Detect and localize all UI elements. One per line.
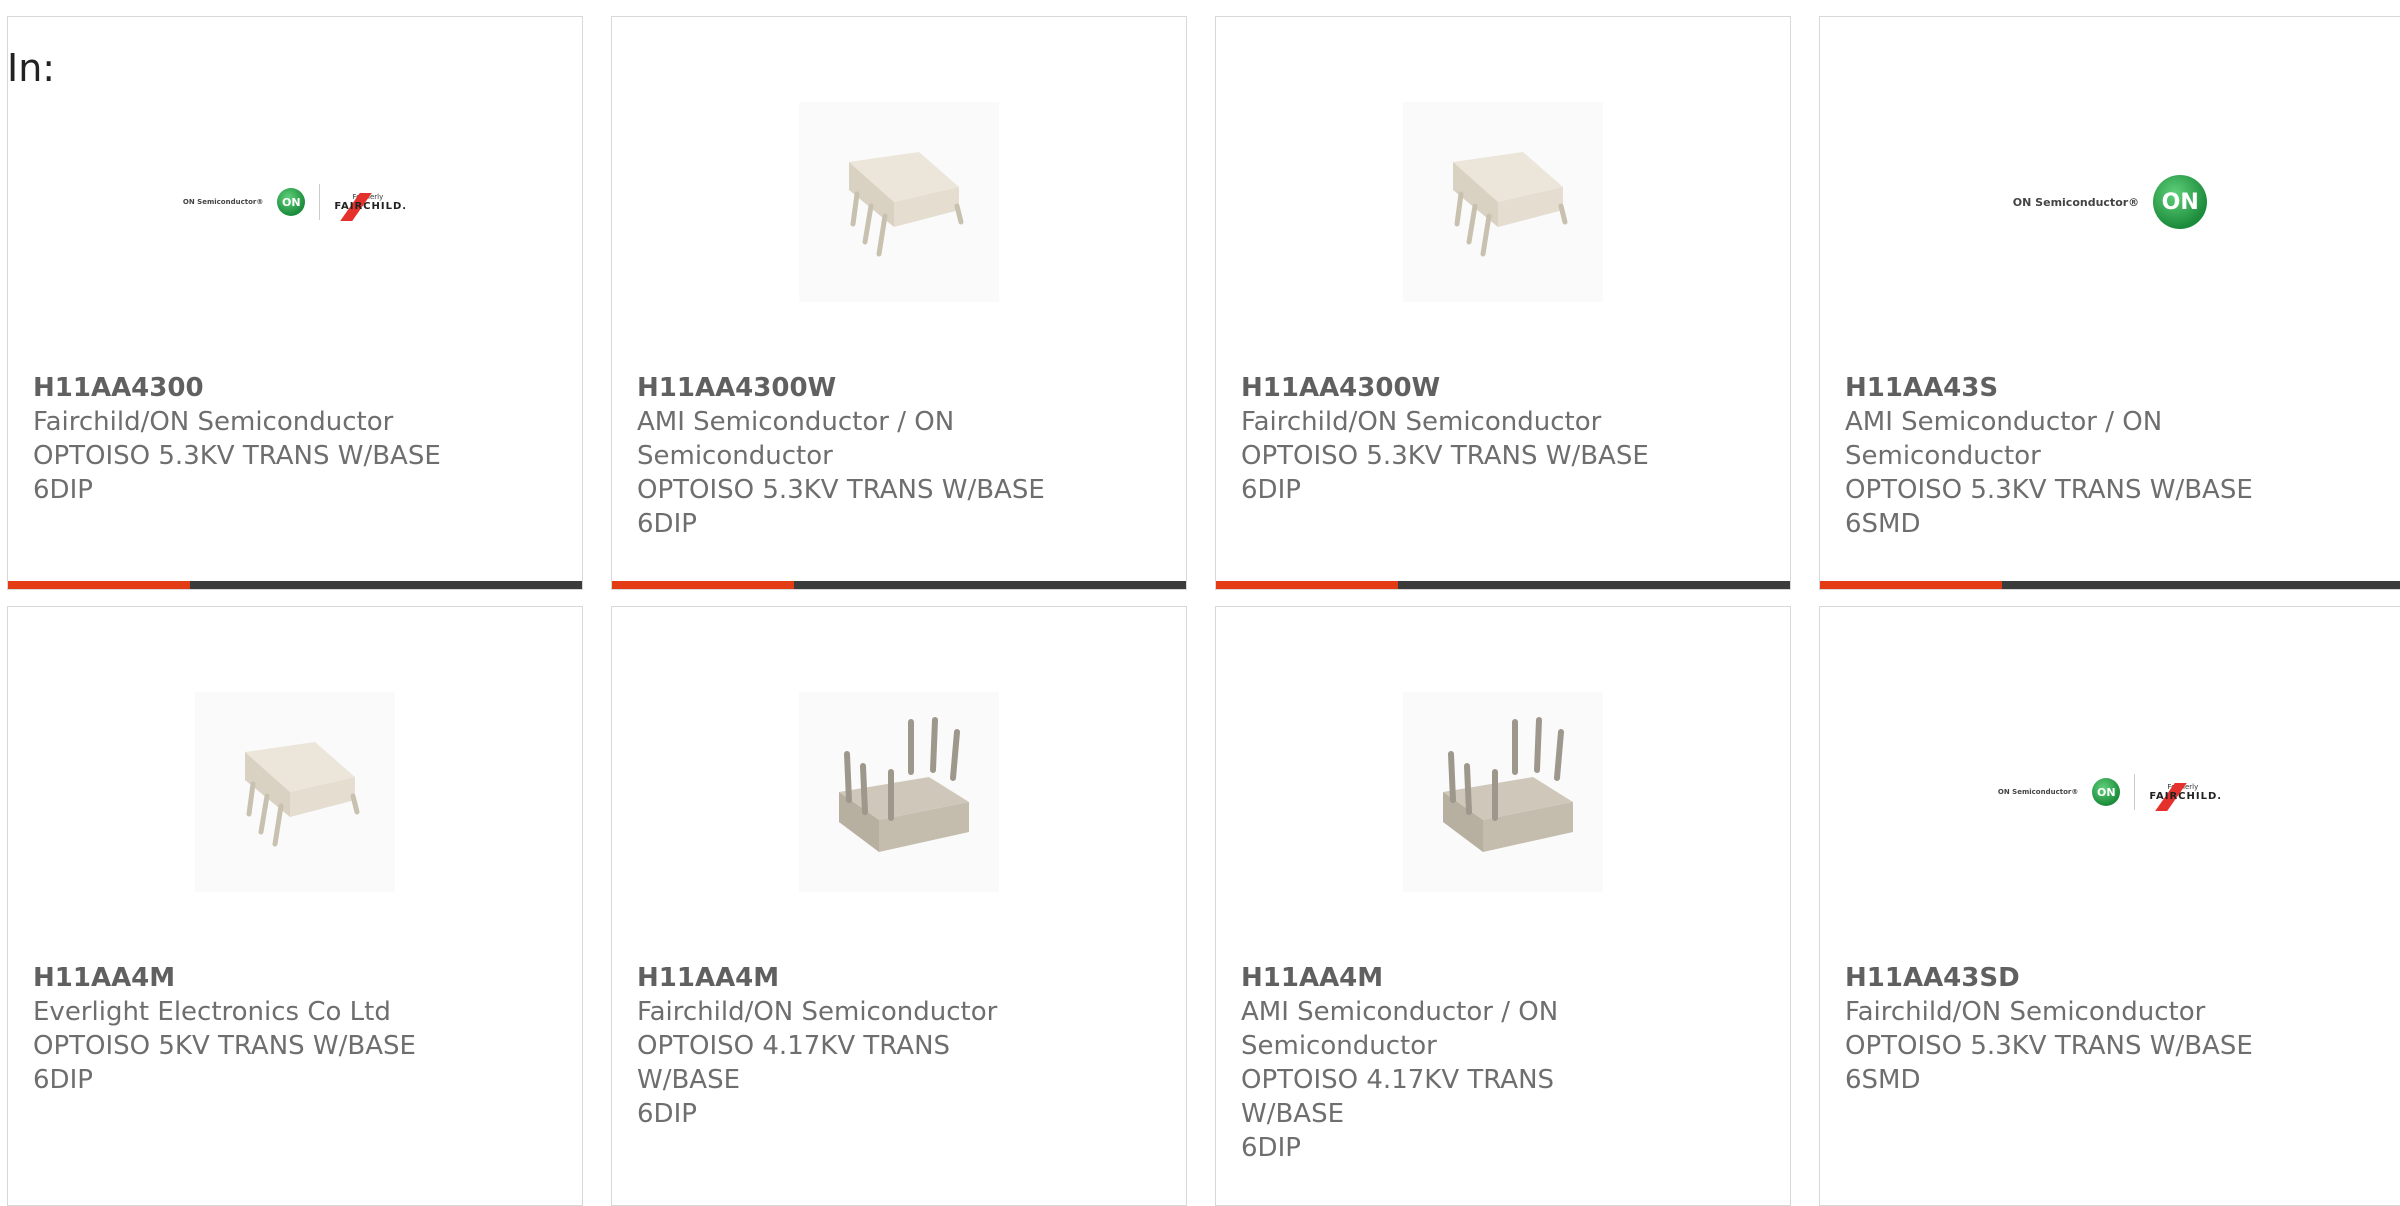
card-accent	[612, 581, 794, 589]
fairchild-text: FAIRCHILD.	[334, 200, 408, 212]
on-fairchild-logo: ON Semiconductor® ON Formerly FAIRCHILD.	[182, 184, 408, 221]
fairchild-logo: Formerly FAIRCHILD.	[334, 192, 408, 221]
product-card[interactable]: H11AA4300W Fairchild/ON Semiconductor OP…	[1215, 16, 1791, 590]
package: 6DIP	[637, 1099, 697, 1129]
product-info: H11AA4300W Fairchild/ON Semiconductor OP…	[1241, 371, 1661, 507]
product-info: H11AA43SD Fairchild/ON Semiconductor OPT…	[1845, 961, 2265, 1097]
part-number[interactable]: H11AA4300	[33, 371, 453, 405]
on-logo-text: ON	[282, 195, 301, 209]
manufacturer: Everlight Electronics Co Ltd	[33, 997, 391, 1027]
part-number[interactable]: H11AA4300W	[1241, 371, 1661, 405]
description: OPTOISO 5.3KV TRANS W/BASE	[1845, 1031, 2253, 1061]
product-image: ON Semiconductor® ON Formerly FAIRCHILD.	[8, 97, 582, 307]
manufacturer: AMI Semiconductor / ON Semiconductor	[1845, 407, 2163, 471]
description: OPTOISO 5.3KV TRANS W/BASE	[33, 441, 441, 471]
fairchild-logo: Formerly FAIRCHILD.	[2149, 782, 2223, 811]
6dip-chip-photo	[799, 102, 999, 302]
on-semiconductor-logo: ON Semiconductor® ON	[2012, 175, 2208, 229]
on-semiconductor-logo-text: ON Semiconductor®	[182, 198, 264, 206]
description: OPTOISO 5.3KV TRANS W/BASE	[637, 475, 1045, 505]
logo-divider	[2134, 774, 2136, 810]
product-image	[612, 97, 1186, 307]
manufacturer: Fairchild/ON Semiconductor	[1241, 407, 1602, 437]
package: 6DIP	[33, 1065, 93, 1095]
on-semiconductor-logo-text: ON Semiconductor®	[2012, 195, 2140, 209]
card-bottom-bar	[1820, 581, 2400, 589]
part-number[interactable]: H11AA43SD	[1845, 961, 2265, 995]
product-info: H11AA43S AMI Semiconductor / ON Semicond…	[1845, 371, 2265, 541]
manufacturer: Fairchild/ON Semiconductor	[637, 997, 998, 1027]
product-image	[612, 687, 1186, 897]
card-bottom-bar	[1216, 581, 1790, 589]
package: 6DIP	[1241, 1133, 1301, 1163]
part-number[interactable]: H11AA4M	[33, 961, 453, 995]
manufacturer: AMI Semiconductor / ON Semiconductor	[1241, 997, 1559, 1061]
description: OPTOISO 4.17KV TRANS W/BASE	[1241, 1065, 1555, 1129]
description: OPTOISO 5.3KV TRANS W/BASE	[1845, 475, 2253, 505]
part-number[interactable]: H11AA4M	[1241, 961, 1661, 995]
part-number[interactable]: H11AA43S	[1845, 371, 2265, 405]
package: 6DIP	[33, 475, 93, 505]
6dip-pins-up-photo	[1403, 692, 1603, 892]
product-image	[1216, 687, 1790, 897]
product-info: H11AA4300 Fairchild/ON Semiconductor OPT…	[33, 371, 453, 507]
manufacturer: Fairchild/ON Semiconductor	[33, 407, 394, 437]
product-image	[8, 687, 582, 897]
fairchild-text: FAIRCHILD.	[2149, 790, 2223, 802]
product-card[interactable]: ON Semiconductor® ON H11AA43S AMI Semico…	[1819, 16, 2400, 590]
card-accent	[8, 581, 190, 589]
product-card[interactable]: H11AA4M AMI Semiconductor / ON Semicondu…	[1215, 606, 1791, 1206]
product-info: H11AA4M AMI Semiconductor / ON Semicondu…	[1241, 961, 1661, 1165]
6dip-chip-photo	[195, 692, 395, 892]
product-info: H11AA4300W AMI Semiconductor / ON Semico…	[637, 371, 1057, 541]
package: 6SMD	[1845, 509, 1921, 539]
product-info: H11AA4M Fairchild/ON Semiconductor OPTOI…	[637, 961, 1057, 1131]
on-logo-text: ON	[2161, 189, 2199, 215]
manufacturer: AMI Semiconductor / ON Semiconductor	[637, 407, 955, 471]
package: 6DIP	[1241, 475, 1301, 505]
on-logo-icon: ON	[277, 188, 306, 216]
card-accent	[1216, 581, 1398, 589]
card-bottom-bar	[8, 581, 582, 589]
filter-label: In:	[7, 46, 56, 90]
product-card[interactable]: H11AA4M Everlight Electronics Co Ltd OPT…	[7, 606, 583, 1206]
product-info: H11AA4M Everlight Electronics Co Ltd OPT…	[33, 961, 453, 1097]
part-number[interactable]: H11AA4300W	[637, 371, 1057, 405]
card-accent	[1820, 581, 2002, 589]
part-number[interactable]: H11AA4M	[637, 961, 1057, 995]
card-bottom-bar	[612, 581, 1186, 589]
description: OPTOISO 5KV TRANS W/BASE	[33, 1031, 416, 1061]
6dip-chip-photo	[1403, 102, 1603, 302]
on-logo-icon: ON	[2092, 778, 2121, 806]
product-card[interactable]: H11AA4300W AMI Semiconductor / ON Semico…	[611, 16, 1187, 590]
on-logo-icon: ON	[2153, 175, 2208, 229]
description: OPTOISO 5.3KV TRANS W/BASE	[1241, 441, 1649, 471]
product-card[interactable]: ON Semiconductor® ON Formerly FAIRCHILD.…	[1819, 606, 2400, 1206]
product-grid: ON Semiconductor® ON Formerly FAIRCHILD.…	[0, 0, 2400, 1206]
package: 6DIP	[637, 509, 697, 539]
logo-divider	[319, 184, 321, 220]
6dip-pins-up-photo	[799, 692, 999, 892]
product-image: ON Semiconductor® ON	[1820, 97, 2400, 307]
on-logo-text: ON	[2097, 785, 2116, 799]
product-image: ON Semiconductor® ON Formerly FAIRCHILD.	[1820, 687, 2400, 897]
manufacturer: Fairchild/ON Semiconductor	[1845, 997, 2206, 1027]
on-fairchild-logo: ON Semiconductor® ON Formerly FAIRCHILD.	[1997, 774, 2223, 811]
product-card[interactable]: H11AA4M Fairchild/ON Semiconductor OPTOI…	[611, 606, 1187, 1206]
product-card[interactable]: ON Semiconductor® ON Formerly FAIRCHILD.…	[7, 16, 583, 590]
on-semiconductor-logo-text: ON Semiconductor®	[1997, 788, 2079, 796]
package: 6SMD	[1845, 1065, 1921, 1095]
description: OPTOISO 4.17KV TRANS W/BASE	[637, 1031, 951, 1095]
product-image	[1216, 97, 1790, 307]
